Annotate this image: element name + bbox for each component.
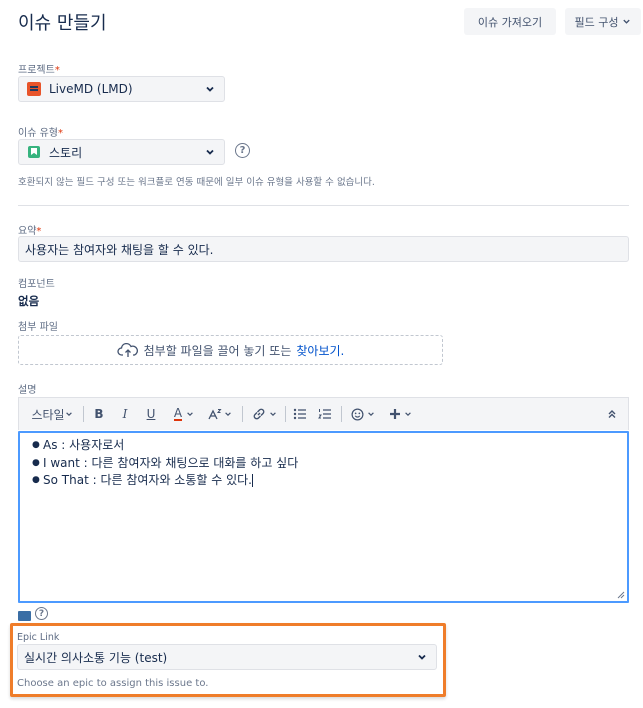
chevron-down-icon: [269, 412, 276, 417]
text-caret: [252, 474, 253, 487]
attachment-drop-text: 첨부할 파일을 끌어 놓기 또는: [143, 343, 292, 358]
collapse-toolbar-button[interactable]: [604, 402, 620, 426]
description-bullet-list: As : 사용자로서 I want : 다른 참여자와 채팅으로 대화를 하고 …: [32, 437, 615, 490]
numbered-list-button[interactable]: [317, 402, 333, 426]
chevron-down-icon: [623, 19, 631, 24]
link-icon: [253, 408, 264, 420]
story-icon: [28, 146, 40, 158]
numbered-list-icon: [318, 409, 331, 419]
plus-icon: [389, 409, 400, 419]
text-color-icon: A: [173, 406, 183, 421]
bullet-list-icon: [293, 408, 306, 420]
project-select-value: LiveMD (LMD): [49, 82, 133, 96]
epic-link-help: Choose an epic to assign this issue to.: [17, 678, 209, 689]
page-title: 이슈 만들기: [18, 13, 107, 34]
link-button[interactable]: [249, 402, 279, 426]
attachment-label: 첨부 파일: [18, 322, 58, 333]
summary-label: 요약*: [18, 226, 42, 237]
summary-input[interactable]: 사용자는 참여자와 채팅을 할 수 있다.: [18, 236, 629, 262]
project-label: 프로젝트*: [18, 65, 60, 76]
superscript-icon: [208, 409, 222, 420]
epic-link-highlight: Epic Link 실시간 의사소통 기능 (test) Choose an e…: [10, 623, 446, 697]
chevron-down-icon: [206, 149, 214, 155]
project-avatar-icon: [27, 82, 41, 96]
summary-input-value: 사용자는 참여자와 채팅을 할 수 있다.: [25, 242, 214, 257]
import-issues-button[interactable]: 이슈 가져오기: [464, 8, 556, 35]
chevron-down-icon: [418, 654, 426, 660]
list-item: I want : 다른 참여자와 채팅으로 대화를 하고 싶다: [32, 455, 615, 473]
import-issues-label: 이슈 가져오기: [477, 15, 543, 29]
chevron-down-icon: [206, 86, 214, 92]
chevron-down-icon: [65, 412, 72, 417]
toolbar-separator: [242, 406, 243, 422]
list-item: As : 사용자로서: [32, 437, 615, 455]
epic-link-label: Epic Link: [17, 632, 60, 643]
chevron-down-icon: [225, 412, 231, 417]
description-editor[interactable]: As : 사용자로서 I want : 다른 참여자와 채팅으로 대화를 하고 …: [18, 431, 629, 603]
browse-link[interactable]: 찾아보기.: [296, 342, 344, 359]
toolbar-separator: [83, 406, 84, 422]
list-item: So That : 다른 참여자와 소통할 수 있다.: [32, 472, 615, 490]
description-label: 설명: [18, 385, 37, 396]
attachment-dropzone[interactable]: 첨부할 파일을 끌어 놓기 또는 찾아보기.: [18, 335, 443, 365]
help-icon[interactable]: ?: [235, 143, 250, 158]
help-icon[interactable]: ?: [35, 607, 48, 620]
cloud-upload-icon: [116, 342, 138, 357]
project-select[interactable]: LiveMD (LMD): [18, 76, 225, 102]
issue-type-select[interactable]: 스토리: [18, 139, 225, 165]
resize-handle-icon[interactable]: [617, 591, 625, 599]
chevron-down-icon: [404, 412, 411, 417]
toolbar-separator: [341, 406, 342, 422]
text-style-dropdown[interactable]: 스타일: [27, 402, 77, 426]
components-label: 컴포넌트: [18, 279, 55, 290]
divider: [18, 205, 629, 206]
toolbar-separator: [285, 406, 286, 422]
text-color-button[interactable]: A: [169, 402, 199, 426]
issue-type-label: 이슈 유형*: [18, 128, 63, 139]
editor-toolbar: 스타일 B I U A: [18, 397, 629, 430]
issue-type-note: 호환되지 않는 필드 구성 또는 워크플로 연동 때문에 일부 이슈 유형을 사…: [18, 177, 375, 188]
italic-button[interactable]: I: [117, 402, 133, 426]
chevron-down-icon: [187, 412, 193, 417]
emoji-icon: [351, 408, 364, 420]
underline-button[interactable]: U: [143, 402, 159, 426]
configure-fields-button[interactable]: 필드 구성: [565, 8, 641, 35]
epic-link-select[interactable]: 실시간 의사소통 기능 (test): [17, 644, 437, 670]
chevron-down-icon: [368, 412, 374, 417]
wiki-markup-icon[interactable]: [18, 611, 31, 621]
issue-type-value: 스토리: [49, 145, 83, 160]
configure-fields-label: 필드 구성: [574, 15, 619, 29]
components-value[interactable]: 없음: [18, 293, 39, 309]
bold-button[interactable]: B: [91, 402, 107, 426]
text-style-label: 스타일: [31, 407, 65, 422]
insert-more-button[interactable]: [387, 402, 413, 426]
emoji-button[interactable]: [349, 402, 377, 426]
more-formatting-button[interactable]: [205, 402, 235, 426]
bullet-list-button[interactable]: [292, 402, 308, 426]
double-chevron-up-icon: [608, 410, 616, 418]
epic-link-value: 실시간 의사소통 기능 (test): [24, 650, 168, 665]
